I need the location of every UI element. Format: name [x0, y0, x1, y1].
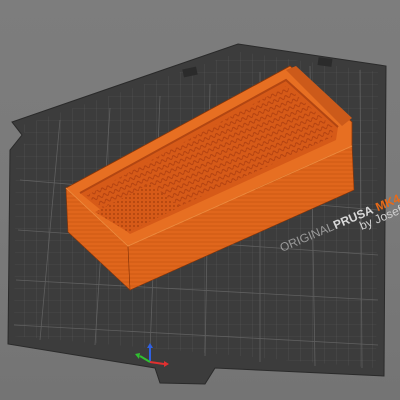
3d-scene[interactable]: ORIGINAL PRUSA MK4 by Josef Prusa — [0, 0, 400, 400]
3d-viewport[interactable]: ORIGINAL PRUSA MK4 by Josef Prusa — [0, 0, 400, 400]
